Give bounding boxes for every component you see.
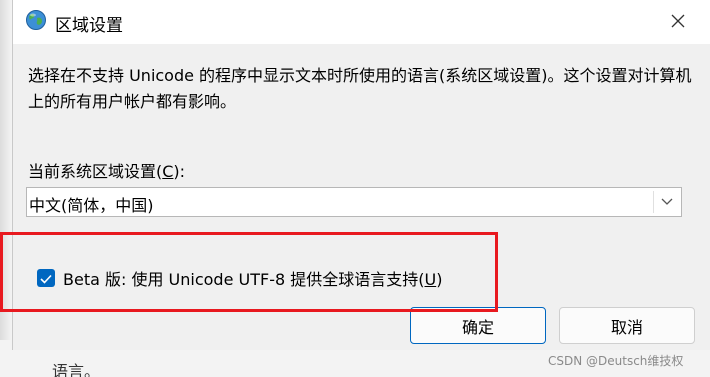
ok-button[interactable]: 确定	[410, 307, 546, 344]
dialog-title: 区域设置	[55, 16, 123, 36]
locale-label-accelerator: C	[162, 162, 174, 181]
description-text: 选择在不支持 Unicode 的程序中显示文本时所使用的语言(系统区域设置)。这…	[28, 66, 692, 111]
title-bar[interactable]: 区域设置	[13, 0, 710, 44]
locale-select-value: 中文(简体，中国)	[29, 196, 154, 215]
locale-label-tail: ):	[173, 162, 186, 181]
cancel-button-label: 取消	[610, 317, 643, 337]
background-window-edge	[0, 0, 12, 377]
cancel-button[interactable]: 取消	[559, 307, 695, 344]
watermark: CSDN @Deutsch维技权	[548, 354, 684, 368]
background-window-text: 语言。	[52, 362, 101, 377]
ok-button-label: 确定	[461, 317, 494, 337]
locale-label: 当前系统区域设置(C):	[28, 158, 185, 182]
chevron-down-icon[interactable]	[653, 188, 681, 216]
globe-icon	[25, 9, 47, 31]
locale-label-text: 当前系统区域设置(	[28, 162, 163, 181]
close-button[interactable]	[661, 6, 695, 38]
locale-select[interactable]: 中文(简体，中国)	[26, 187, 682, 217]
annotation-highlight-box	[0, 232, 498, 312]
screen: 语言。 区域设置 选择在不支持 Unicode 的程序中显示文本时所使用的语言(…	[0, 0, 710, 377]
close-icon	[671, 13, 685, 32]
